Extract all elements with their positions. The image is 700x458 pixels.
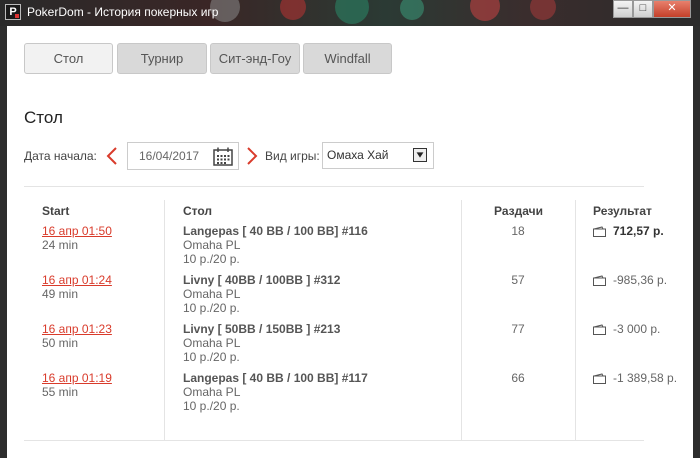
table-name: Livny [ 40BB / 100BB ] #312 xyxy=(183,273,341,287)
table-name: Langepas [ 40 BB / 100 BB] #116 xyxy=(183,224,368,238)
result-amount: 712,57 р. xyxy=(613,224,664,238)
column-header-table[interactable]: Стол xyxy=(183,204,212,218)
table-row[interactable]: 16 апр 01:23 50 min Livny [ 50BB / 150BB… xyxy=(7,322,693,371)
start-date-label: Дата начала: xyxy=(24,149,97,163)
game-type-label: Вид игры: xyxy=(265,149,320,163)
window-frame-left xyxy=(0,26,7,458)
wallet-icon xyxy=(593,226,606,237)
result-amount: -1 389,58 р. xyxy=(613,371,678,385)
app-logo-icon: P xyxy=(5,4,21,20)
game-type-select[interactable]: Омаха Хай xyxy=(322,142,434,169)
session-duration: 49 min xyxy=(42,287,79,301)
wallet-icon xyxy=(593,324,606,335)
background-decoration xyxy=(400,0,424,20)
hands-count: 18 xyxy=(511,224,525,238)
table-stakes: 10 р./20 р. xyxy=(183,252,240,266)
result-amount: -985,36 р. xyxy=(613,273,668,287)
session-duration: 50 min xyxy=(42,336,79,350)
minimize-button[interactable]: — xyxy=(613,0,633,18)
window-title: PokerDom - История покерных игр xyxy=(27,5,219,19)
tab-tournament[interactable]: Турнир xyxy=(117,43,207,74)
table-stakes: 10 р./20 р. xyxy=(183,301,240,315)
start-date-field[interactable]: 16/04/2017 xyxy=(127,142,239,170)
game-variant: Omaha PL xyxy=(183,287,241,301)
window-frame-right xyxy=(693,26,700,458)
hands-count: 57 xyxy=(511,273,525,287)
column-header-hands[interactable]: Раздачи xyxy=(494,204,543,218)
table-row[interactable]: 16 апр 01:19 55 min Langepas [ 40 BB / 1… xyxy=(7,371,693,420)
hands-count: 66 xyxy=(511,371,525,385)
table-row[interactable]: 16 апр 01:24 49 min Livny [ 40BB / 100BB… xyxy=(7,273,693,322)
main-panel: Стол Турнир Сит-энд-Гоу Windfall Стол Да… xyxy=(7,26,693,458)
wallet-icon xyxy=(593,373,606,384)
column-header-start[interactable]: Start xyxy=(42,204,69,218)
chevron-right-icon[interactable] xyxy=(245,146,259,166)
game-variant: Omaha PL xyxy=(183,336,241,350)
column-header-result[interactable]: Результат xyxy=(593,204,652,218)
session-start-link[interactable]: 16 апр 01:23 xyxy=(42,322,112,336)
table-name: Livny [ 50BB / 150BB ] #213 xyxy=(183,322,341,336)
chevron-down-icon[interactable] xyxy=(413,148,427,162)
close-button[interactable]: ✕ xyxy=(653,0,691,18)
game-variant: Omaha PL xyxy=(183,238,241,252)
wallet-icon xyxy=(593,275,606,286)
session-duration: 24 min xyxy=(42,238,79,252)
table-stakes: 10 р./20 р. xyxy=(183,399,240,413)
background-decoration xyxy=(530,0,556,20)
game-variant: Omaha PL xyxy=(183,385,241,399)
tab-windfall[interactable]: Windfall xyxy=(303,43,392,74)
result-amount: -3 000 р. xyxy=(613,322,661,336)
title-bar: P PokerDom - История покерных игр — □ ✕ xyxy=(0,0,700,26)
divider xyxy=(24,186,644,187)
tab-table[interactable]: Стол xyxy=(24,43,113,74)
background-decoration xyxy=(470,0,500,21)
session-start-link[interactable]: 16 апр 01:50 xyxy=(42,224,112,238)
page-title: Стол xyxy=(24,108,63,127)
session-start-link[interactable]: 16 апр 01:24 xyxy=(42,273,112,287)
session-duration: 55 min xyxy=(42,385,79,399)
maximize-button[interactable]: □ xyxy=(633,0,653,18)
calendar-icon[interactable] xyxy=(213,147,233,166)
chevron-left-icon[interactable] xyxy=(105,146,119,166)
background-decoration xyxy=(280,0,306,20)
table-name: Langepas [ 40 BB / 100 BB] #117 xyxy=(183,371,368,385)
start-date-value: 16/04/2017 xyxy=(139,149,200,163)
table-row[interactable]: 16 апр 01:50 24 min Langepas [ 40 BB / 1… xyxy=(7,224,693,273)
divider xyxy=(24,440,644,441)
game-type-value: Омаха Хай xyxy=(327,148,389,162)
table-stakes: 10 р./20 р. xyxy=(183,350,240,364)
tab-sit-and-go[interactable]: Сит-энд-Гоу xyxy=(210,43,300,74)
background-decoration xyxy=(335,0,369,24)
session-start-link[interactable]: 16 апр 01:19 xyxy=(42,371,112,385)
hands-count: 77 xyxy=(511,322,525,336)
